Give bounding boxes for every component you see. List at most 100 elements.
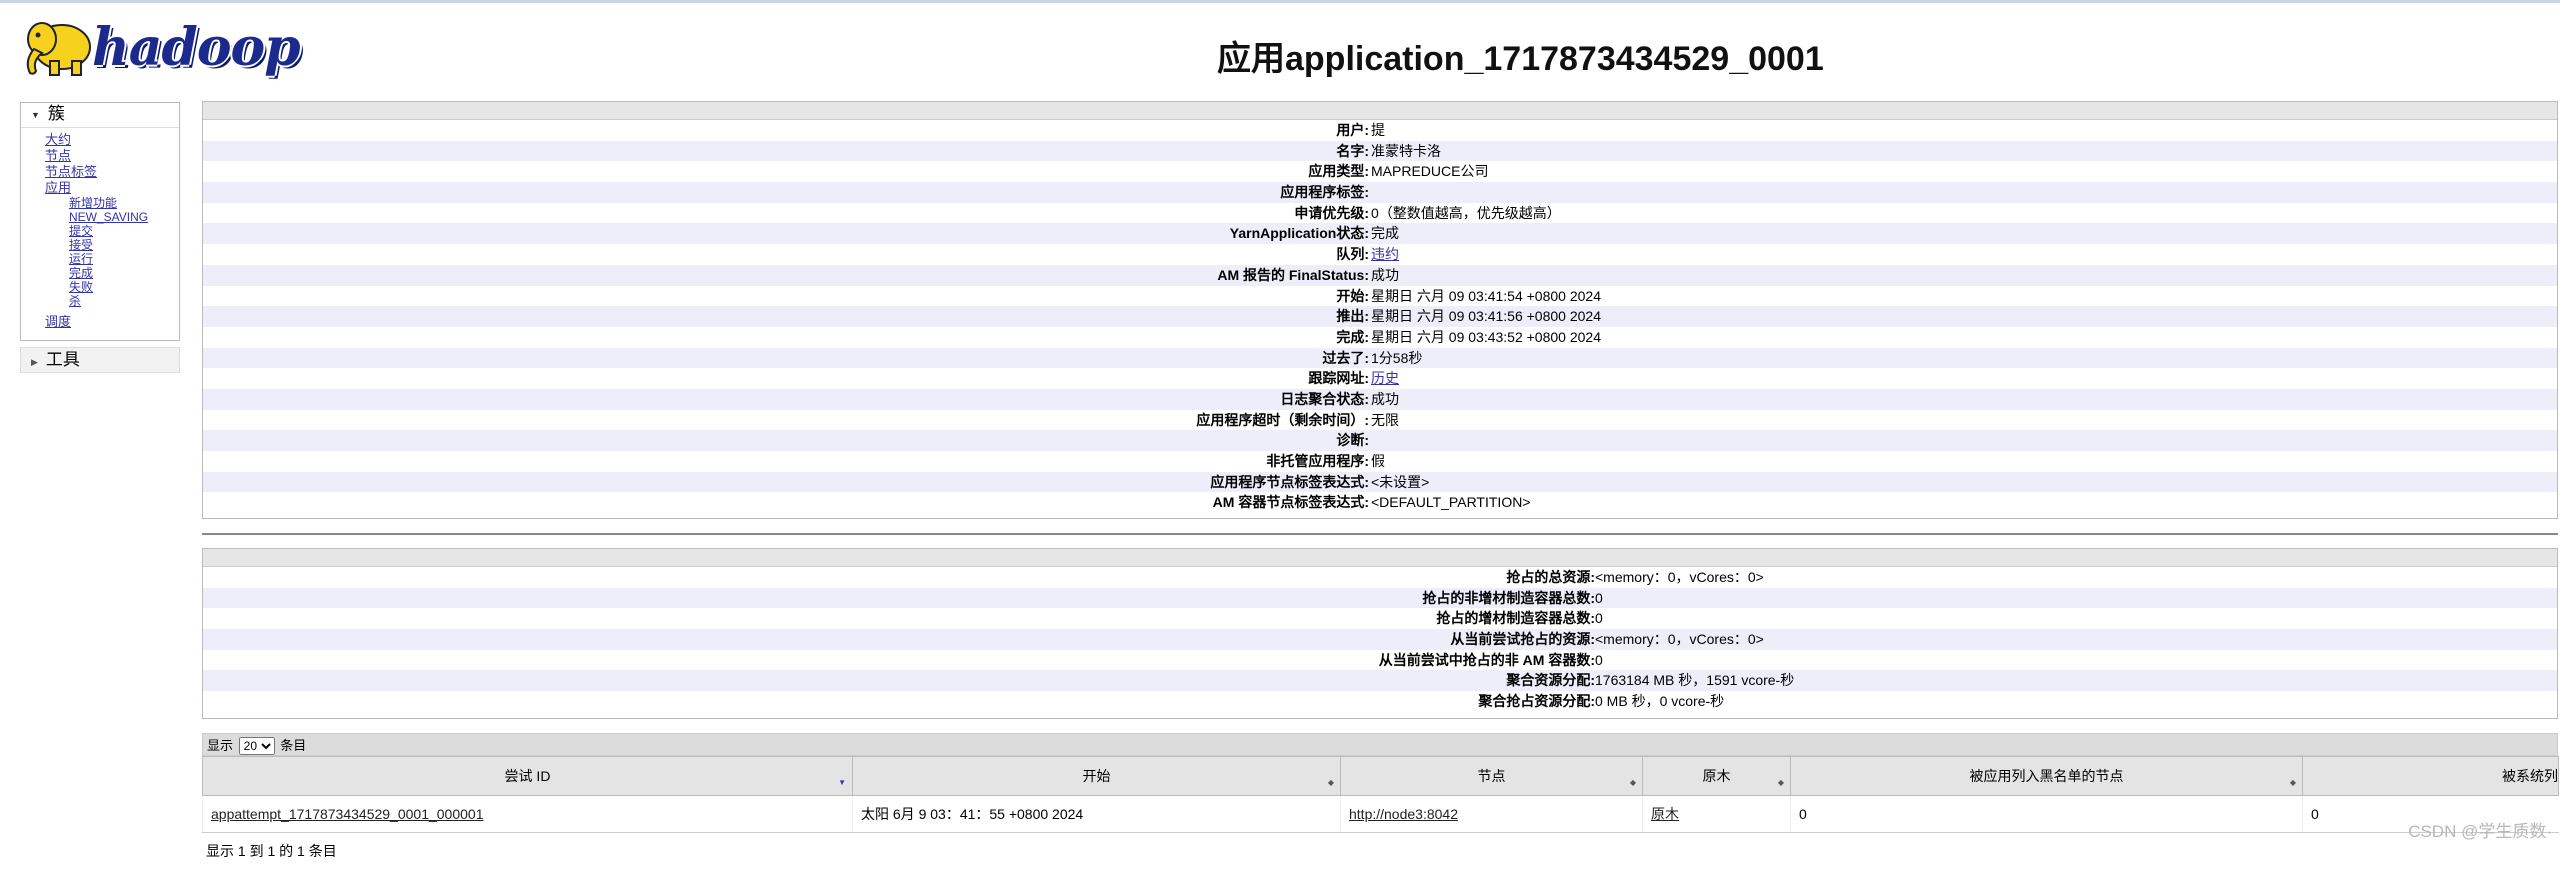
- triangle-down-icon: ▼: [31, 109, 40, 120]
- nav-link-state-new-saving[interactable]: NEW_SAVING: [69, 210, 179, 224]
- show-prefix: 显示: [207, 738, 234, 753]
- sort-icon: ◆: [1629, 778, 1636, 787]
- show-suffix: 条目: [280, 738, 307, 753]
- attempt-id-link[interactable]: appattempt_1717873434529_0001_000001: [211, 806, 484, 822]
- overview-label: 推出:: [1336, 308, 1369, 325]
- overview-value[interactable]: 历史: [1371, 368, 1399, 389]
- nav-link-about[interactable]: 大约: [45, 132, 179, 148]
- overview-rows: 用户: 提名字: 准蒙特卡洛 应用类型: MAPREDUCE公司 应用程序标签: 申请优先级…: [203, 120, 2557, 513]
- metrics-value: 1763184 MB 秒，1591 vcore-秒: [1595, 672, 1795, 689]
- hadoop-logo[interactable]: hadoop: [20, 13, 301, 83]
- overview-value[interactable]: 违约: [1371, 244, 1399, 265]
- overview-row: AM 容器节点标签表达式: <DEFAULT_PARTITION>: [203, 492, 2557, 513]
- cluster-links: 大约 节点 节点标签 应用 新增功能 NEW_SAVING 提交 接受 运行 完…: [21, 128, 179, 340]
- sort-desc-icon: ▼: [838, 778, 846, 787]
- logo-wordmark: hadoop: [92, 17, 301, 78]
- col-label-blacklisted: 被应用列入黑名单的节点: [1969, 768, 2124, 784]
- app-overview-panel: 用户: 提名字: 准蒙特卡洛 应用类型: MAPREDUCE公司 应用程序标签: 申请优先级…: [202, 101, 2558, 519]
- metrics-value: 0: [1595, 589, 1603, 606]
- col-header-attempt-id[interactable]: 尝试 ID ▼: [202, 756, 853, 796]
- overview-label: 跟踪网址:: [1308, 370, 1369, 387]
- nav-link-state-killed[interactable]: 杀: [69, 294, 179, 308]
- cell-attempt-id[interactable]: appattempt_1717873434529_0001_000001: [202, 795, 853, 833]
- nav-link-state-running[interactable]: 运行: [69, 252, 179, 266]
- overview-label: 应用程序节点标签表达式:: [1210, 473, 1369, 490]
- overview-label: 应用程序标签:: [1280, 184, 1369, 201]
- overview-value-link[interactable]: 历史: [1371, 370, 1399, 386]
- table-info: 显示 1 到 1 的 1 条目: [206, 843, 337, 859]
- nav-link-nodes[interactable]: 节点: [45, 148, 179, 164]
- overview-row: 队列: 违约: [203, 244, 2557, 265]
- overview-row: 推出: 星期日 六月 09 03:41:56 +0800 2024: [203, 306, 2557, 327]
- overview-label: 日志聚合状态:: [1280, 390, 1369, 407]
- sort-icon: ◆: [1327, 778, 1334, 787]
- overview-row: 过去了: 1分58秒: [203, 347, 2557, 369]
- overview-header-bar: [203, 102, 2557, 120]
- metrics-row: 抢占的非增材制造容器总数: 0: [203, 587, 2557, 609]
- col-header-node[interactable]: 节点 ◆: [1340, 756, 1643, 796]
- app-state-links: 新增功能 NEW_SAVING 提交 接受 运行 完成 失败 杀: [45, 196, 179, 308]
- app-metrics-panel: 抢占的总资源: <memory：0，vCores：0> 抢占的非增材制造容器总数: 0…: [202, 548, 2558, 719]
- metrics-row: 从当前尝试抢占的资源: <memory：0，vCores：0>: [203, 629, 2557, 650]
- nav-link-applications[interactable]: 应用: [45, 180, 179, 196]
- metrics-value: 0: [1595, 610, 1603, 627]
- metrics-label: 抢占的总资源:: [1506, 569, 1595, 585]
- nav-link-scheduler[interactable]: 调度: [45, 314, 179, 330]
- overview-value: 成功: [1371, 266, 1399, 283]
- overview-value: <未设置>: [1371, 473, 1430, 490]
- metrics-value: 0: [1595, 651, 1603, 668]
- overview-label: 名字:: [1336, 142, 1369, 159]
- overview-label: 应用程序超时（剩余时间）:: [1196, 411, 1369, 428]
- overview-label: 非托管应用程序:: [1266, 453, 1369, 469]
- overview-row: 诊断:: [203, 430, 2557, 451]
- nav-link-state-new[interactable]: 新增功能: [69, 196, 179, 210]
- metrics-row: 从当前尝试中抢占的非 AM 容器数: 0: [203, 650, 2557, 671]
- overview-value: 星期日 六月 09 03:41:54 +0800 2024: [1371, 287, 1601, 304]
- entries-length-bar: 显示 20 条目: [202, 733, 2558, 756]
- col-header-system-blacklisted[interactable]: 被系统列: [2302, 756, 2559, 796]
- col-header-logs[interactable]: 原木 ◆: [1642, 756, 1791, 796]
- overview-label: YarnApplication状态:: [1229, 225, 1369, 242]
- entries-per-page-select[interactable]: 20: [238, 737, 275, 755]
- triangle-right-icon: ▶: [31, 357, 38, 367]
- overview-value: <DEFAULT_PARTITION>: [1371, 494, 1531, 511]
- node-link[interactable]: http://node3:8042: [1349, 806, 1458, 822]
- overview-label: 队列:: [1336, 246, 1369, 263]
- nav-link-state-finished[interactable]: 完成: [69, 266, 179, 280]
- overview-value: 星期日 六月 09 03:43:52 +0800 2024: [1371, 328, 1601, 345]
- attempts-table: 尝试 ID ▼ 开始 ◆ 节点 ◆ 原木 ◆ 被应用列入黑名单的节点 ◆ 被系统列 app…: [202, 756, 2559, 833]
- attempts-table-section: 显示 20 条目 尝试 ID ▼ 开始 ◆ 节点 ◆ 原木 ◆ 被应用列入黑名单的节点 ◆…: [202, 733, 2559, 869]
- overview-row: 名字: 准蒙特卡洛: [203, 140, 2557, 162]
- tools-label: 工具: [45, 350, 80, 369]
- nav-link-state-submitted[interactable]: 提交: [69, 224, 179, 238]
- metrics-row: 抢占的增材制造容器总数: 0: [203, 608, 2557, 629]
- metrics-value: <memory：0，vCores：0>: [1595, 631, 1764, 648]
- metrics-row: 抢占的总资源: <memory：0，vCores：0>: [203, 567, 2557, 588]
- overview-label: 开始:: [1336, 287, 1369, 304]
- cell-logs[interactable]: 原木: [1642, 795, 1791, 833]
- overview-row: 申请优先级: 0（整数值越高，优先级越高）: [203, 203, 2557, 224]
- nav-link-state-accepted[interactable]: 接受: [69, 238, 179, 252]
- nav-link-state-failed[interactable]: 失败: [69, 280, 179, 294]
- attempts-header-row: 尝试 ID ▼ 开始 ◆ 节点 ◆ 原木 ◆ 被应用列入黑名单的节点 ◆ 被系统列: [202, 756, 2559, 796]
- col-header-started[interactable]: 开始 ◆: [852, 756, 1341, 796]
- metrics-label: 聚合资源分配:: [1506, 672, 1595, 689]
- metrics-row: 聚合抢占资源分配: 0 MB 秒，0 vcore-秒: [203, 691, 2557, 712]
- overview-row: 跟踪网址: 历史: [203, 368, 2557, 389]
- overview-label: 申请优先级:: [1294, 204, 1369, 221]
- overview-row: 应用类型: MAPREDUCE公司: [203, 161, 2557, 182]
- page-frame: hadoop 应用application_1717873434529_0001 …: [0, 0, 2560, 859]
- cell-node[interactable]: http://node3:8042: [1340, 795, 1643, 833]
- cell-started: 太阳 6月 9 03：41：55 +0800 2024: [852, 795, 1341, 833]
- nav-link-node-labels[interactable]: 节点标签: [45, 164, 179, 180]
- overview-label: 应用类型:: [1308, 163, 1369, 180]
- overview-row: 日志聚合状态: 成功: [203, 388, 2557, 410]
- overview-value: 准蒙特卡洛: [1371, 142, 1441, 159]
- logs-link[interactable]: 原木: [1651, 806, 1679, 822]
- overview-label: 完成:: [1336, 328, 1369, 345]
- tools-section[interactable]: ▶ 工具: [20, 347, 180, 373]
- overview-value: 假: [1371, 453, 1385, 469]
- overview-value-link[interactable]: 违约: [1371, 246, 1399, 262]
- col-header-blacklisted[interactable]: 被应用列入黑名单的节点 ◆: [1790, 756, 2303, 796]
- cluster-header[interactable]: ▼ 簇: [21, 103, 179, 128]
